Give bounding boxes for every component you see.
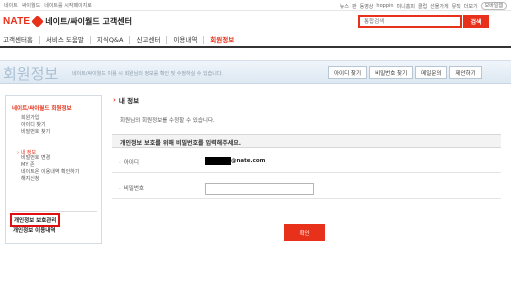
- id-domain: @nate.com: [231, 158, 266, 164]
- search-button[interactable]: 검색: [463, 15, 489, 28]
- sidebar-item-change-password[interactable]: 비밀번호 변경: [21, 156, 79, 161]
- password-row: 비밀번호: [112, 177, 501, 199]
- sidebar-sublist: 비밀번호 변경 MY 존 네이트온 이용내역 확인하기 해지신청: [21, 156, 79, 182]
- main-nav: 고객센터홈 서비스 도움말 지식Q&A 신고센터 이용내역 회원정보: [0, 35, 511, 48]
- sidebar-item-find-password[interactable]: 비밀번호 찾기: [21, 130, 50, 135]
- link-pann[interactable]: 판: [352, 3, 357, 10]
- sidebar-divider: [12, 211, 97, 212]
- brand-mark-icon: [31, 15, 45, 28]
- utility-links-left: 네이트 싸이월드 네이트를 시작페이지로: [4, 2, 92, 9]
- header: NATE 네이트/싸이월드 고객센터 검색: [0, 11, 511, 35]
- link-video[interactable]: 동영상: [360, 3, 374, 10]
- mail-inquiry-button[interactable]: 메일문의: [415, 66, 448, 79]
- section-title: 내 정보: [118, 97, 140, 105]
- link-music[interactable]: 뮤직: [452, 3, 461, 10]
- utility-links-right: 뉴스 판 동영상 hoppin 미니홈피 클럽 선물가게 뮤직 더보기 모바일웹: [340, 2, 507, 10]
- password-notice-text: 개인정보 보호를 위해 비밀번호를 입력해주세요.: [120, 140, 242, 147]
- nav-item-home[interactable]: 고객센터홈: [3, 36, 40, 44]
- page-title: 회원정보: [3, 66, 59, 83]
- suggest-button[interactable]: 제안하기: [449, 66, 482, 79]
- nav-item-history[interactable]: 이용내역: [167, 36, 205, 44]
- sidebar-item-nateon-history[interactable]: 네이트온 이용내역 확인하기: [21, 170, 79, 175]
- password-input[interactable]: [205, 183, 314, 195]
- service-title: 네이트/싸이월드 고객센터: [45, 17, 132, 26]
- link-minihompy[interactable]: 미니홈피: [397, 3, 415, 10]
- page-description: 네이트/싸이월드 이용 시 회원님의 정보를 확인 및 수정하실 수 있습니다.: [72, 71, 223, 77]
- sidebar-item-my-zone[interactable]: MY 존: [21, 163, 79, 168]
- link-giftshop[interactable]: 선물가게: [430, 3, 448, 10]
- utility-bar: 네이트 싸이월드 네이트를 시작페이지로 뉴스 판 동영상 hoppin 미니홈…: [0, 0, 511, 11]
- link-cyworld[interactable]: 싸이월드: [22, 2, 40, 9]
- nav-item-report[interactable]: 신고센터: [130, 36, 168, 44]
- banner-actions: 아이디 찾기 비밀번호 찾기 메일문의 제안하기: [328, 66, 482, 79]
- logo[interactable]: NATE 네이트/싸이월드 고객센터: [3, 15, 132, 28]
- section-heading: › 내 정보: [113, 95, 139, 105]
- id-label: 아이디: [119, 158, 139, 166]
- password-notice-bar: 개인정보 보호를 위해 비밀번호를 입력해주세요.: [112, 134, 501, 148]
- id-row: 아이디 @nate.com: [112, 151, 501, 173]
- sidebar-section-title: 네이트/싸이월드 회원정보: [12, 106, 72, 112]
- password-label: 비밀번호: [119, 184, 144, 192]
- section-description: 회원님의 회원정보를 수정할 수 있습니다.: [120, 118, 215, 124]
- sidebar-item-find-id[interactable]: 아이디 찾기: [21, 123, 50, 128]
- mobile-web-button[interactable]: 모바일웹: [480, 2, 507, 10]
- nav-item-qna[interactable]: 지식Q&A: [91, 36, 131, 44]
- find-id-button[interactable]: 아이디 찾기: [328, 66, 368, 79]
- link-news[interactable]: 뉴스: [340, 3, 349, 10]
- sidebar-item-privacy-history[interactable]: 개인정보 이용내역: [13, 226, 55, 234]
- find-password-button[interactable]: 비밀번호 찾기: [369, 66, 414, 79]
- chevron-right-icon: ›: [113, 96, 116, 104]
- search-input[interactable]: [360, 17, 460, 26]
- brand-text: NATE: [3, 16, 31, 27]
- link-nate[interactable]: 네이트: [4, 2, 18, 9]
- link-hoppin[interactable]: hoppin: [376, 3, 393, 9]
- sidebar-item-cancel-membership[interactable]: 해지신청: [21, 177, 79, 182]
- sidebar-item-signup[interactable]: 회원가입: [21, 116, 50, 121]
- sidebar-list: 회원가입 아이디 찾기 비밀번호 찾기: [21, 116, 50, 135]
- sidebar: 네이트/싸이월드 회원정보 회원가입 아이디 찾기 비밀번호 찾기 › 내 정보…: [5, 95, 102, 244]
- nav-item-help[interactable]: 서비스 도움말: [40, 36, 91, 44]
- nav-item-member-info[interactable]: 회원정보: [204, 36, 240, 44]
- search-box: [358, 15, 462, 28]
- link-more[interactable]: 더보기: [464, 3, 478, 10]
- id-value: @nate.com: [205, 157, 265, 165]
- redacted-id: [205, 157, 231, 165]
- sidebar-item-privacy-manage[interactable]: 개인정보 보호관리: [10, 213, 61, 227]
- page-banner: 회원정보 네이트/싸이월드 이용 시 회원님의 정보를 확인 및 수정하실 수 …: [0, 60, 511, 84]
- link-club[interactable]: 클럽: [418, 3, 427, 10]
- confirm-button[interactable]: 확인: [284, 224, 325, 241]
- link-set-homepage[interactable]: 네이트를 시작페이지로: [44, 2, 92, 9]
